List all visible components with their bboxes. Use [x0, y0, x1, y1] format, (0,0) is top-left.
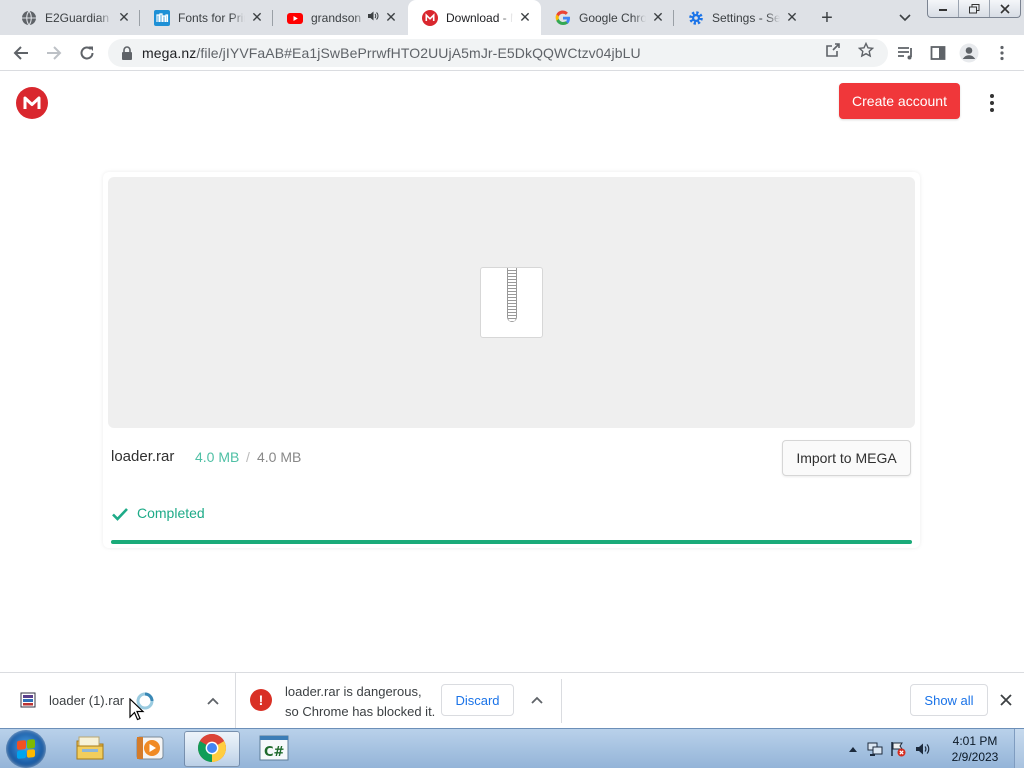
- warning-line-1: loader.rar is dangerous,: [285, 684, 422, 699]
- close-tab-icon[interactable]: ✕: [784, 9, 800, 26]
- tab-title: grandson: [311, 10, 362, 25]
- side-panel-icon[interactable]: [928, 43, 948, 63]
- close-shelf-icon[interactable]: [997, 691, 1015, 709]
- reload-button[interactable]: [74, 40, 100, 66]
- network-icon[interactable]: [867, 741, 883, 757]
- close-tab-icon[interactable]: ✕: [249, 9, 265, 26]
- download-item-name: loader (1).rar: [49, 693, 125, 708]
- clock-time: 4:01 PM: [952, 734, 998, 748]
- tab-e2guardian[interactable]: E2Guardian ✕: [7, 0, 140, 35]
- bookmark-star-icon[interactable]: [857, 41, 875, 59]
- window-controls: [927, 0, 1021, 18]
- explorer-icon: [75, 735, 105, 764]
- tab-mega-download[interactable]: Download - MEGA ✕: [408, 0, 541, 35]
- csharp-ide-icon: C#: [259, 735, 289, 764]
- tab-title: E2Guardian: [45, 10, 110, 25]
- forward-button[interactable]: [41, 40, 67, 66]
- danger-warning-text: loader.rar is dangerous, so Chrome has b…: [285, 682, 435, 722]
- close-tab-icon[interactable]: ✕: [517, 9, 533, 26]
- taskbar-media-player[interactable]: [122, 731, 178, 767]
- chrome-icon: [197, 733, 227, 766]
- fonts-site-icon: [154, 9, 170, 26]
- chevron-up-icon[interactable]: [204, 692, 222, 710]
- tab-title: Settings - Security: [712, 10, 780, 25]
- downloaded-size: 4.0 MB: [195, 449, 240, 465]
- download-item[interactable]: loader (1).rar: [0, 673, 236, 728]
- divider: [561, 679, 562, 723]
- discard-button[interactable]: Discard: [441, 684, 514, 716]
- import-to-mega-button[interactable]: Import to MEGA: [782, 440, 911, 476]
- tab-fonts-for-print[interactable]: Fonts for Print ✕: [140, 0, 273, 35]
- taskbar-clock[interactable]: 4:01 PM 2/9/2023: [945, 733, 1005, 765]
- media-queue-icon[interactable]: [896, 43, 916, 63]
- zipper-graphic: [507, 268, 517, 322]
- taskbar-explorer[interactable]: [62, 731, 118, 767]
- speaker-icon[interactable]: [367, 10, 379, 25]
- tab-title: Download - MEGA: [446, 10, 513, 25]
- danger-warning-icon: !: [250, 689, 272, 711]
- minimize-button[interactable]: [928, 0, 958, 17]
- clock-date: 2/9/2023: [951, 750, 999, 764]
- mega-logo[interactable]: [16, 87, 48, 119]
- more-options-icon[interactable]: [982, 91, 1002, 115]
- tab-google-chrome[interactable]: Google Chrome ✕: [541, 0, 674, 35]
- volume-icon[interactable]: [915, 741, 931, 757]
- progress-bar: [111, 540, 912, 544]
- tab-youtube-grandson[interactable]: grandson ✕: [273, 0, 407, 35]
- chevron-up-icon[interactable]: [528, 691, 546, 709]
- close-tab-icon[interactable]: ✕: [116, 9, 132, 26]
- create-account-button[interactable]: Create account: [839, 83, 960, 119]
- warning-line-2: so Chrome has blocked it.: [285, 704, 436, 719]
- tab-settings-security[interactable]: Settings - Security ✕: [674, 0, 808, 35]
- file-card: loader.rar 4.0 MB / 4.0 MB Import to MEG…: [103, 172, 920, 548]
- taskbar-chrome[interactable]: [184, 731, 240, 767]
- back-button[interactable]: [8, 40, 34, 66]
- settings-icon: [688, 10, 704, 26]
- tab-strip: E2Guardian ✕ Fonts for Print ✕ grandson …: [0, 0, 1024, 35]
- total-size: 4.0 MB: [257, 449, 302, 465]
- download-shelf: loader (1).rar ! loader.rar is dangerous…: [0, 672, 1024, 728]
- google-icon: [555, 9, 571, 26]
- rar-file-icon: [20, 692, 36, 708]
- new-tab-button[interactable]: +: [815, 6, 839, 30]
- taskbar-csharp-ide[interactable]: C#: [246, 731, 302, 767]
- browser-toolbar: mega.nz/file/jIYVFaAB#Ea1jSwBePrrwfHTO2U…: [0, 35, 1024, 71]
- url-domain: mega.nz: [142, 45, 197, 61]
- archive-file-icon: [480, 267, 543, 338]
- action-center-flag-icon[interactable]: [890, 741, 906, 757]
- lock-icon[interactable]: [120, 46, 134, 60]
- globe-icon: [21, 10, 37, 26]
- windows-logo-icon: [17, 739, 35, 759]
- url-path: /file/jIYVFaAB#Ea1jSwBePrrwfHTO2UUjA5mJr…: [196, 45, 641, 61]
- mouse-cursor-icon: [129, 697, 145, 722]
- show-all-button[interactable]: Show all: [910, 684, 988, 716]
- file-name: loader.rar: [111, 448, 175, 465]
- windows-taskbar: C# 4:01 PM 2/9/2023: [0, 728, 1024, 768]
- mega-icon: [422, 9, 438, 26]
- tab-search-icon[interactable]: [895, 8, 915, 28]
- close-window-button[interactable]: [989, 0, 1020, 17]
- svg-text:C#: C#: [264, 745, 285, 760]
- tab-title: Google Chrome: [579, 10, 646, 25]
- tab-title: Fonts for Print: [178, 10, 245, 25]
- show-desktop-button[interactable]: [1014, 729, 1024, 768]
- show-hidden-icons-icon[interactable]: [845, 741, 861, 757]
- restore-button[interactable]: [958, 0, 989, 17]
- file-preview: [108, 177, 915, 428]
- close-tab-icon[interactable]: ✕: [383, 9, 399, 26]
- checkmark-icon: [111, 505, 129, 523]
- chrome-menu-icon[interactable]: [992, 43, 1012, 63]
- url-text: mega.nz/file/jIYVFaAB#Ea1jSwBePrrwfHTO2U…: [142, 45, 641, 61]
- share-icon[interactable]: [824, 41, 842, 59]
- close-tab-icon[interactable]: ✕: [650, 9, 666, 26]
- progress-fill: [111, 540, 912, 544]
- youtube-icon: [287, 10, 303, 26]
- address-bar[interactable]: mega.nz/file/jIYVFaAB#Ea1jSwBePrrwfHTO2U…: [108, 39, 888, 67]
- size-separator: /: [246, 449, 250, 465]
- download-status: Completed: [137, 505, 205, 521]
- start-button[interactable]: [6, 730, 46, 768]
- media-player-icon: [136, 735, 164, 764]
- profile-avatar-icon[interactable]: [959, 43, 979, 63]
- web-page: Create account loader.rar 4.0 MB / 4.0 M…: [0, 71, 1024, 672]
